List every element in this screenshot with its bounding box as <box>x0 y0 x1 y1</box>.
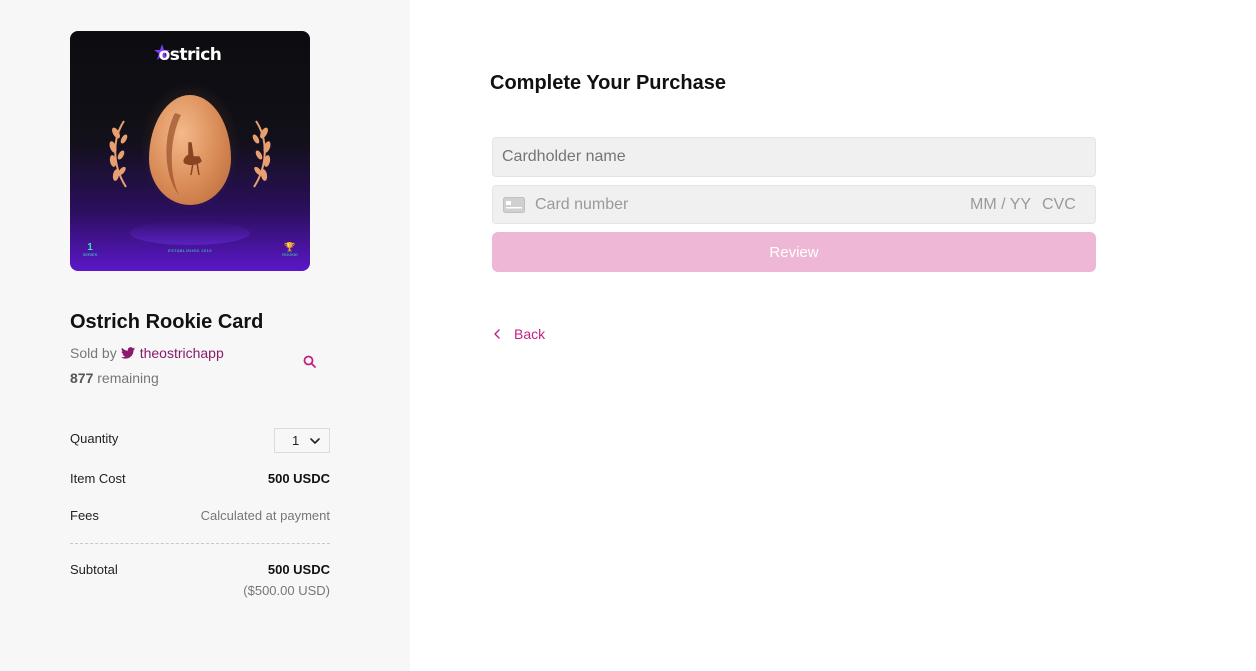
credit-card-icon <box>503 197 525 213</box>
checkout-heading: Complete Your Purchase <box>490 72 726 94</box>
cvc-input[interactable]: CVC <box>1042 196 1076 214</box>
laurel-right-icon <box>252 120 271 188</box>
trophy-icon: 🏆 <box>284 242 296 252</box>
subtotal-value: 500 USDC <box>267 562 330 577</box>
quantity-value: 1 <box>292 433 300 448</box>
sold-by: Sold by theostrichapp <box>70 345 224 361</box>
quantity-select[interactable]: 1 <box>274 428 330 453</box>
checkout-panel: Complete Your Purchase Card number MM / … <box>410 0 1256 671</box>
summary-divider <box>70 543 330 544</box>
egg-illustration <box>149 95 231 205</box>
search-icon[interactable] <box>302 354 318 370</box>
order-summary-panel: ostrich 1 SERIES ESTABLISHED 2019 🏆 ROOK… <box>0 0 410 671</box>
quantity-label: Quantity <box>70 431 119 446</box>
fees-value: Calculated at payment <box>200 508 330 523</box>
product-image: ostrich 1 SERIES ESTABLISHED 2019 🏆 ROOK… <box>70 31 310 271</box>
subtotal-label: Subtotal <box>70 562 118 577</box>
card-number-input[interactable]: Card number <box>535 196 628 214</box>
laurel-left-icon <box>109 120 128 188</box>
back-link[interactable]: Back <box>494 326 545 342</box>
ostrich-silhouette-icon <box>166 113 202 195</box>
card-footer: 1 SERIES ESTABLISHED 2019 🏆 ROOKIE <box>70 237 310 257</box>
item-cost-label: Item Cost <box>70 471 126 486</box>
remaining-number: 877 <box>70 370 94 386</box>
seller-link[interactable]: theostrichapp <box>120 345 224 361</box>
card-logo: ostrich <box>158 45 222 65</box>
seller-name: theostrichapp <box>139 345 224 361</box>
rookie-label: ROOKIE <box>282 252 298 257</box>
sold-by-label: Sold by <box>70 345 117 361</box>
remaining-count: 877 remaining <box>70 370 159 386</box>
remaining-label: remaining <box>97 370 159 386</box>
card-details-field[interactable]: Card number MM / YY CVC <box>492 185 1096 224</box>
chevron-down-icon <box>310 438 320 444</box>
item-cost-value: 500 USDC <box>267 471 330 486</box>
back-label: Back <box>514 326 546 342</box>
review-button[interactable]: Review <box>492 232 1096 272</box>
twitter-icon <box>120 347 135 359</box>
subtotal-usd: ($500.00 USD) <box>243 583 330 598</box>
product-title: Ostrich Rookie Card <box>70 311 264 333</box>
fees-label: Fees <box>70 508 99 523</box>
expiry-input[interactable]: MM / YY <box>970 196 1031 214</box>
cardholder-name-input[interactable] <box>492 137 1096 177</box>
established-label: ESTABLISHED 2019 <box>168 248 212 253</box>
chevron-left-icon <box>494 329 500 339</box>
rookie-badge: 🏆 ROOKIE <box>280 243 300 257</box>
